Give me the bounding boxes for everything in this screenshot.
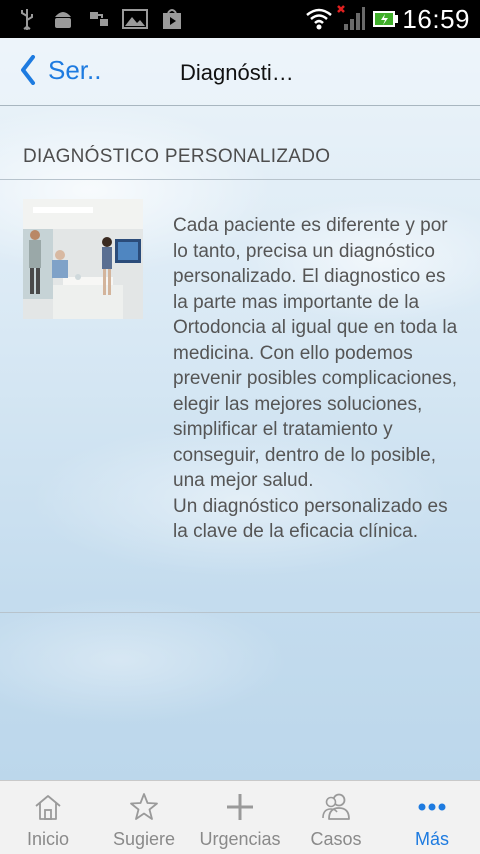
clinic-photo bbox=[23, 199, 143, 319]
tab-label: Casos bbox=[310, 829, 362, 849]
tab-inicio[interactable]: Inicio bbox=[0, 781, 96, 854]
tab-sugiere[interactable]: Sugiere bbox=[96, 781, 192, 854]
tab-mas[interactable]: Más bbox=[384, 781, 480, 854]
play-store-icon bbox=[163, 9, 181, 29]
wifi-icon bbox=[306, 8, 332, 30]
home-icon bbox=[35, 795, 61, 820]
section-heading: DIAGNÓSTICO PERSONALIZADO bbox=[23, 146, 331, 167]
tab-label: Inicio bbox=[26, 829, 70, 849]
back-button[interactable]: Ser.. bbox=[20, 50, 101, 90]
people-icon bbox=[322, 793, 350, 820]
status-bar: 16:59 bbox=[0, 0, 480, 38]
tab-bar: Inicio Sugiere Urgencias Casos Más bbox=[0, 780, 480, 854]
tab-casos[interactable]: Casos bbox=[288, 781, 384, 854]
star-icon bbox=[130, 793, 158, 820]
clock: 16:59 bbox=[402, 4, 470, 34]
battery-icon bbox=[373, 11, 398, 27]
plus-icon bbox=[227, 794, 253, 820]
tab-label: Sugiere bbox=[112, 829, 176, 849]
section-body-text: Cada paciente es diferente y por lo tant… bbox=[173, 215, 458, 542]
more-icon bbox=[418, 803, 446, 811]
page-title: Diagnósti… bbox=[180, 60, 294, 85]
back-label: Ser.. bbox=[48, 54, 102, 85]
signal-icon bbox=[337, 5, 365, 30]
tab-label: Más bbox=[414, 829, 449, 849]
navigation-bar: Ser.. Diagnósti… bbox=[0, 38, 480, 106]
divider bbox=[0, 179, 480, 180]
tab-label: Urgencias bbox=[199, 829, 281, 849]
usb-icon bbox=[21, 9, 33, 30]
android-debug-icon bbox=[55, 12, 71, 28]
sync-icon bbox=[90, 12, 108, 26]
chevron-left-icon bbox=[21, 55, 35, 85]
divider bbox=[0, 612, 480, 613]
image-icon bbox=[122, 9, 148, 29]
tab-urgencias[interactable]: Urgencias bbox=[192, 781, 288, 854]
